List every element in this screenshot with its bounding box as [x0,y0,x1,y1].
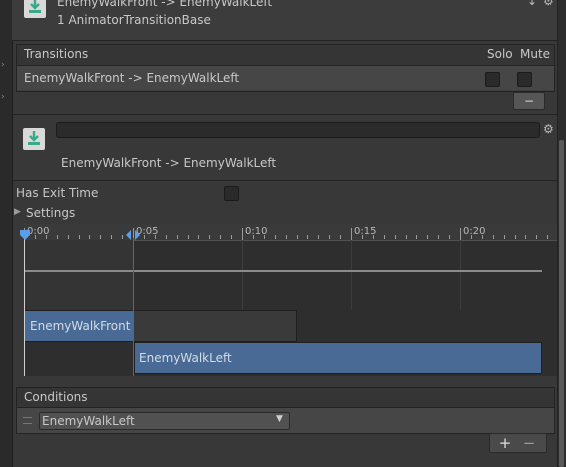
ruler-minor-tick [89,235,90,239]
mute-column-label: Mute [520,47,551,61]
condition-parameter-value: EnemyWalkLeft [42,414,135,428]
mute-checkbox[interactable] [517,72,532,87]
conditions-header: Conditions [17,388,554,408]
has-exit-time-label: Has Exit Time [16,186,99,200]
settings-divider [12,180,557,181]
add-condition-button[interactable]: + [496,434,514,452]
source-clip-label: EnemyWalkFront [30,319,131,333]
transition-timeline[interactable]: 0:00 0:05 0:10 0:15 0:20 EnemyWalkFront Enem… [20,224,557,376]
ruler-minor-tick [329,235,330,239]
ruler-minor-tick [318,235,319,239]
remove-condition-button[interactable]: − [520,434,538,452]
ruler-minor-tick [275,235,276,239]
ruler-minor-tick [297,235,298,239]
timeline-grid-line [460,240,461,310]
ruler-major-tick [242,228,243,240]
ruler-minor-tick [111,235,112,239]
solo-column-label: Solo [487,47,513,61]
ruler-minor-tick [307,235,308,239]
ruler-minor-tick [177,235,178,239]
settings-foldout-label[interactable]: Settings [26,206,75,220]
condition-parameter-dropdown[interactable]: EnemyWalkLeft ▼ [39,412,290,430]
condition-row[interactable]: EnemyWalkLeft ▼ [17,408,554,433]
transitions-heading: Transitions [24,47,89,61]
playhead-line [24,238,25,376]
ruler-minor-tick [406,235,407,239]
inspector-header: EnemyWalkFront -> EnemyWalkLeft 1 Animat… [12,0,557,41]
transitions-list: Transitions Solo Mute EnemyWalkFront -> … [16,44,555,92]
ruler-minor-tick [166,235,167,239]
ruler-tick-label: 0:00 [27,226,50,237]
playhead-marker-icon[interactable] [20,230,30,240]
animator-transition-icon [23,128,45,150]
transition-end-line [133,238,134,376]
ruler-minor-tick [100,235,101,239]
preset-icon[interactable]: ↕ [527,0,537,8]
ruler-minor-tick [416,235,417,239]
ruler-minor-tick [198,235,199,239]
expand-arrow-icon[interactable]: › [1,92,5,102]
timeline-grid-line [242,240,243,310]
header-title: EnemyWalkFront -> EnemyWalkLeft [57,0,273,9]
gear-icon[interactable]: ⚙ [543,0,554,8]
ruler-minor-tick [427,235,428,239]
ruler-minor-tick [438,235,439,239]
header-subtitle: 1 AnimatorTransitionBase [57,13,211,27]
settings-foldout-arrow-icon[interactable]: ▶ [14,207,21,217]
ruler-minor-tick [220,235,221,239]
transition-row[interactable]: EnemyWalkFront -> EnemyWalkLeft [17,66,554,90]
ruler-minor-tick [79,235,80,239]
animator-transition-icon [24,0,46,18]
ruler-minor-tick [547,235,548,239]
ruler-tick-label: 0:10 [245,226,268,237]
conditions-heading: Conditions [24,390,88,404]
transition-detail-divider [12,114,557,115]
timeline-ruler[interactable]: 0:00 0:05 0:10 0:15 0:20 [24,224,557,241]
condition-buttons: + − [489,433,547,453]
transition-detail-label: EnemyWalkFront -> EnemyWalkLeft [61,156,277,170]
ruler-minor-tick [188,235,189,239]
ruler-minor-tick [493,235,494,239]
remove-transition-button[interactable]: − [513,92,545,110]
ruler-minor-tick [209,235,210,239]
ruler-minor-tick [515,235,516,239]
transition-overlap-region [24,240,133,310]
gear-icon[interactable]: ⚙ [543,122,554,136]
ruler-minor-tick [525,235,526,239]
ruler-minor-tick [231,235,232,239]
conditions-list: Conditions EnemyWalkLeft ▼ [16,387,555,434]
expand-arrow-icon[interactable]: › [1,60,5,70]
ruler-tick-label: 0:15 [354,226,377,237]
ruler-minor-tick [122,235,123,239]
ruler-major-tick [460,228,461,240]
timeline-grid-line [351,240,352,310]
ruler-minor-tick [340,235,341,239]
ruler-minor-tick [57,235,58,239]
ruler-minor-tick [68,235,69,239]
ruler-major-tick [351,228,352,240]
timeline-guide-line [24,270,542,272]
ruler-tick-label: 0:20 [463,226,486,237]
has-exit-time-checkbox[interactable] [224,186,239,201]
scrollbar-thumb[interactable] [559,140,564,467]
ruler-minor-tick [449,235,450,239]
chevron-down-icon: ▼ [276,414,283,424]
transitions-header: Transitions Solo Mute [17,45,554,66]
ruler-minor-tick [536,235,537,239]
ruler-minor-tick [395,235,396,239]
solo-checkbox[interactable] [485,72,500,87]
dest-clip-label: EnemyWalkLeft [139,351,232,365]
ruler-minor-tick [286,235,287,239]
transition-handle-icon[interactable] [126,230,140,240]
source-clip-bar[interactable]: EnemyWalkFront [24,310,297,342]
drag-handle-icon[interactable] [23,417,32,424]
dest-clip-bar[interactable]: EnemyWalkLeft [134,342,542,374]
transition-name-field[interactable] [56,122,540,138]
ruler-minor-tick [384,235,385,239]
ruler-minor-tick [504,235,505,239]
left-side-strip: › › [0,0,13,467]
transition-row-label: EnemyWalkFront -> EnemyWalkLeft [24,71,240,85]
